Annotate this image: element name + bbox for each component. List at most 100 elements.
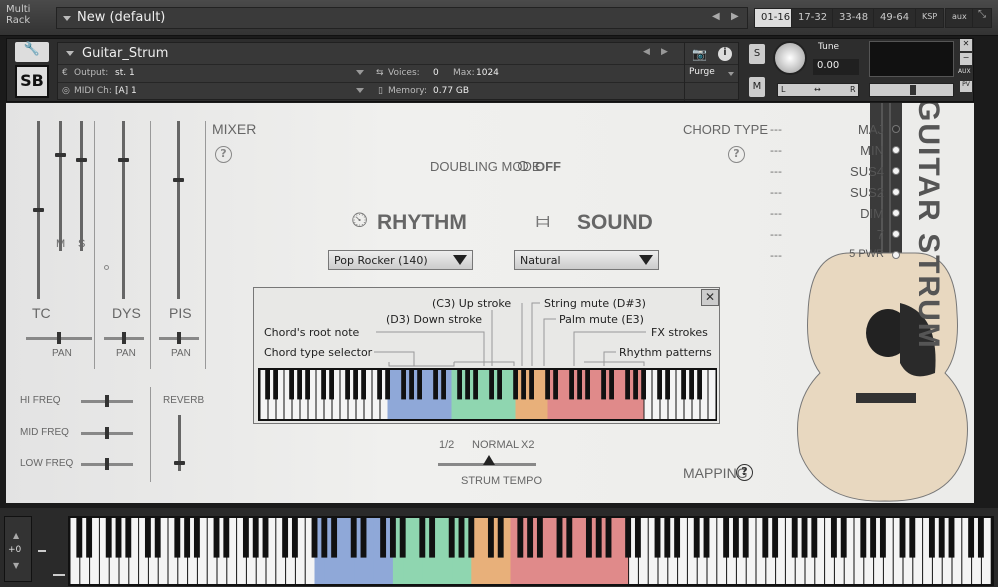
black-key[interactable] [732,518,739,558]
black-key[interactable] [380,518,387,558]
black-key[interactable] [585,518,592,558]
black-key[interactable] [811,518,818,558]
black-key[interactable] [465,370,470,400]
s-fader-track[interactable] [80,121,83,251]
black-key[interactable] [385,370,390,400]
black-key[interactable] [609,370,614,400]
black-key[interactable] [353,370,358,400]
black-key[interactable] [977,518,984,558]
chord-radio[interactable] [892,167,900,175]
tab-17-32[interactable]: 17-32 [791,8,835,28]
black-key[interactable] [360,518,367,558]
pis-pan-slider[interactable] [159,332,199,344]
black-key[interactable] [399,518,406,558]
pan-slider[interactable]: L ↔ R [777,83,859,97]
black-key[interactable] [473,370,478,400]
pan-handle[interactable]: ↔ [814,85,821,94]
black-key[interactable] [321,370,326,400]
black-key[interactable] [154,518,161,558]
tune-value[interactable]: 0.00 [813,59,859,75]
chevron-down-icon[interactable] [66,51,74,56]
down-arrow-icon[interactable]: ▼ [13,561,19,570]
black-key[interactable] [86,518,93,558]
prev-instrument-icon[interactable]: ◀ [643,47,650,57]
black-key[interactable] [762,518,769,558]
output-dropdown-icon[interactable] [356,70,364,75]
black-key[interactable] [242,518,249,558]
black-key[interactable] [441,370,446,400]
black-key[interactable] [840,518,847,558]
black-key[interactable] [899,518,906,558]
black-key[interactable] [329,370,334,400]
black-key[interactable] [273,370,278,400]
tab-49-64[interactable]: 49-64 [873,8,917,28]
black-key[interactable] [527,518,534,558]
purge-dropdown-icon[interactable] [728,72,734,76]
chord-dim[interactable]: --- DIM [770,206,920,224]
black-key[interactable] [305,370,310,400]
black-key[interactable] [693,518,700,558]
mapping-keyboard[interactable] [258,368,717,421]
black-key[interactable] [633,370,638,400]
black-key[interactable] [657,370,662,400]
next-instrument-icon[interactable]: ▶ [661,47,668,57]
black-key[interactable] [433,370,438,400]
sound-dropdown[interactable]: Natural [514,250,659,270]
output-value[interactable]: st. 1 [115,68,135,78]
midi-value[interactable]: [A] 1 [115,86,137,96]
black-key[interactable] [468,518,475,558]
black-key[interactable] [938,518,945,558]
wrench-icon[interactable]: 🔧 [15,42,49,62]
chevron-down-icon[interactable] [453,255,467,265]
black-key[interactable] [389,518,396,558]
black-key[interactable] [489,370,494,400]
black-key[interactable] [193,518,200,558]
tc-pan-slider[interactable] [26,332,92,344]
mute-button[interactable]: M [749,77,765,97]
prev-arrow-icon[interactable]: ◀ [712,11,720,22]
pitch-bend-panel[interactable]: ▲ +0 ▼ [4,516,32,582]
black-key[interactable] [605,518,612,558]
low-freq-slider[interactable] [81,458,133,470]
black-key[interactable] [125,518,132,558]
black-key[interactable] [556,518,563,558]
black-key[interactable] [345,370,350,400]
chord-5pwr[interactable]: --- 5 PWR [770,248,920,266]
black-key[interactable] [665,370,670,400]
black-key[interactable] [115,518,122,558]
black-key[interactable] [742,518,749,558]
black-key[interactable] [377,370,382,400]
mid-freq-slider[interactable] [81,427,133,439]
black-key[interactable] [517,518,524,558]
instrument-name[interactable]: Guitar_Strum [82,46,168,61]
main-keyboard[interactable] [68,516,994,586]
chord-min[interactable]: --- MIN [770,143,920,161]
reverb-fader[interactable] [174,461,185,465]
black-key[interactable] [928,518,935,558]
chord-radio[interactable] [892,251,900,259]
black-key[interactable] [625,518,632,558]
black-key[interactable] [553,370,558,400]
rhythm-dropdown[interactable]: Pop Rocker (140) [328,250,473,270]
chevron-down-icon[interactable] [63,16,71,21]
black-key[interactable] [448,518,455,558]
black-key[interactable] [909,518,916,558]
black-key[interactable] [105,518,112,558]
aux-button[interactable]: AUX [958,68,971,75]
black-key[interactable] [331,518,338,558]
chord-sus4[interactable]: --- SUS4 [770,164,920,182]
pis-fader-track[interactable] [177,121,180,299]
doubling-toggle[interactable] [518,161,528,171]
midi-dropdown-icon[interactable] [356,88,364,93]
black-key[interactable] [860,518,867,558]
chord-maj[interactable]: --- MAJ [770,122,920,140]
black-key[interactable] [674,518,681,558]
chord-radio[interactable] [892,125,900,133]
black-key[interactable] [689,370,694,400]
black-key[interactable] [545,370,550,400]
mixer-help-icon[interactable]: ? [215,146,232,163]
chord-7[interactable]: --- 7 [770,227,920,245]
multi-preset-field[interactable]: New (default) ◀ ▶ [56,7,748,29]
black-key[interactable] [513,370,518,400]
black-key[interactable] [144,518,151,558]
